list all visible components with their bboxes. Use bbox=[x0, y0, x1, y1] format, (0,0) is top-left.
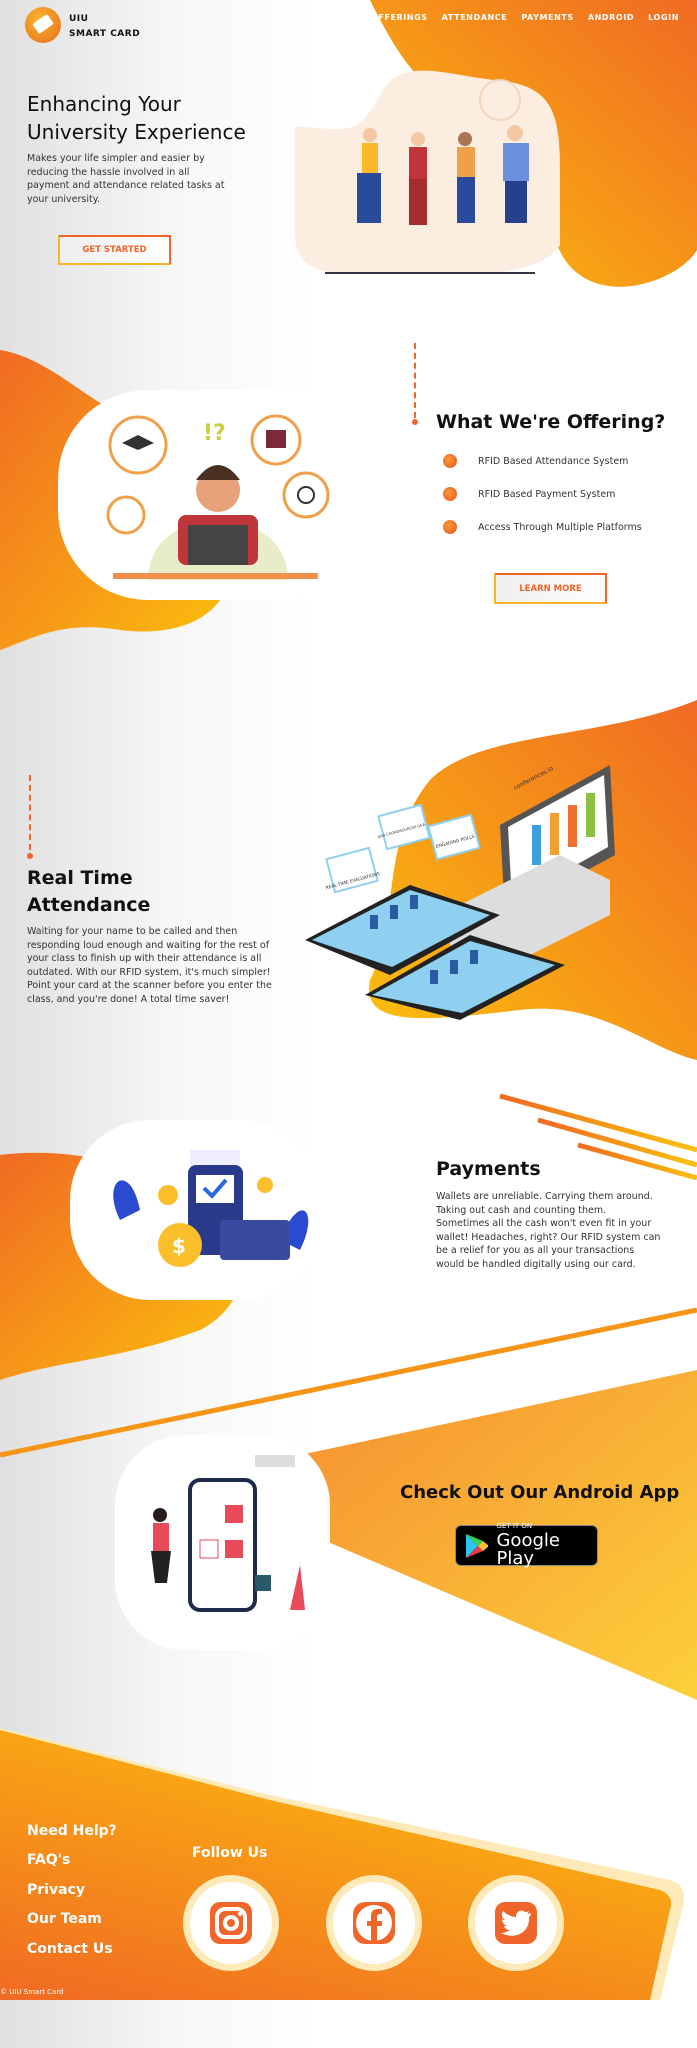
footer-faqs[interactable]: FAQ's bbox=[27, 1852, 70, 1868]
brand-line2: SMART CARD bbox=[69, 29, 141, 39]
footer-privacy[interactable]: Privacy bbox=[27, 1882, 85, 1898]
android-title: Check Out Our Android App bbox=[400, 1482, 680, 1503]
instagram-icon bbox=[210, 1902, 252, 1944]
payments-text: Wallets are unreliable. Carrying them ar… bbox=[436, 1191, 661, 1270]
svg-text:conferences.io: conferences.io bbox=[513, 765, 555, 792]
brand-name[interactable]: UIU SMART CARD bbox=[69, 12, 140, 42]
offer-item-1: RFID Based Attendance System bbox=[443, 454, 628, 468]
learn-more-button[interactable]: LEARN MORE bbox=[494, 573, 607, 604]
facebook-icon bbox=[353, 1902, 395, 1944]
nav-offerings[interactable]: OFFERINGS bbox=[371, 13, 428, 22]
attendance-dashed-line bbox=[29, 775, 31, 850]
bullet-icon bbox=[443, 487, 457, 501]
logo[interactable] bbox=[25, 7, 61, 43]
nav-payments[interactable]: PAYMENTS bbox=[521, 13, 574, 22]
nav-login[interactable]: LOGIN bbox=[648, 13, 679, 22]
follow-us-label: Follow Us bbox=[192, 1845, 268, 1861]
bullet-icon bbox=[443, 454, 457, 468]
offer-item-3: Access Through Multiple Platforms bbox=[443, 520, 642, 534]
offer-dashed-line bbox=[414, 343, 416, 418]
instagram-button[interactable] bbox=[183, 1875, 279, 1971]
badge-big-text: Google Play bbox=[496, 1530, 560, 1569]
svg-text:$: $ bbox=[172, 1234, 186, 1258]
classroom-illustration: conferences.io REAL-TIME EVALUATIONS Q&A… bbox=[305, 765, 615, 1020]
google-play-button[interactable]: GET IT ON Google Play bbox=[455, 1522, 598, 1569]
footer-contact-us[interactable]: Contact Us bbox=[27, 1941, 113, 1957]
attendance-dot bbox=[27, 853, 33, 859]
badge-small-text: GET IT ON bbox=[496, 1522, 533, 1530]
nav-home[interactable]: HOME bbox=[328, 13, 357, 22]
footer-our-team[interactable]: Our Team bbox=[27, 1911, 102, 1927]
bullet-icon bbox=[443, 520, 457, 534]
student-laptop-illustration: !? bbox=[106, 414, 330, 580]
nav-android[interactable]: ANDROID bbox=[588, 13, 634, 22]
payments-illustration: $ bbox=[70, 1120, 320, 1300]
android-illustration bbox=[115, 1435, 330, 1650]
nav-bar: HOME OFFERINGS ATTENDANCE PAYMENTS ANDRO… bbox=[328, 13, 679, 22]
footer-need-help[interactable]: Need Help? bbox=[27, 1823, 117, 1839]
twitter-icon bbox=[495, 1902, 537, 1944]
card-icon bbox=[32, 13, 54, 35]
facebook-button[interactable] bbox=[326, 1875, 422, 1971]
brand-line1: UIU bbox=[69, 14, 89, 24]
nav-attendance[interactable]: ATTENDANCE bbox=[442, 13, 508, 22]
offer-item-2: RFID Based Payment System bbox=[443, 487, 615, 501]
students-illustration bbox=[295, 70, 560, 274]
twitter-button[interactable] bbox=[468, 1875, 564, 1971]
offerings-title: What We're Offering? bbox=[436, 411, 666, 433]
copyright: © UIU Smart Card bbox=[0, 1988, 64, 1996]
attendance-text: Waiting for your name to be called and t… bbox=[27, 926, 272, 1005]
hero-title: Enhancing Your University Experience bbox=[27, 92, 246, 144]
google-play-icon bbox=[466, 1533, 489, 1558]
payments-title: Payments bbox=[436, 1158, 541, 1180]
offer-dot bbox=[412, 419, 418, 425]
offer-illustration: !? bbox=[58, 390, 370, 600]
svg-text:!?: !? bbox=[203, 421, 226, 446]
hero-text: Makes your life simpler and easier by re… bbox=[27, 153, 225, 205]
get-started-button[interactable]: GET STARTED bbox=[58, 235, 171, 265]
attendance-title: Real Time Attendance bbox=[27, 867, 151, 916]
